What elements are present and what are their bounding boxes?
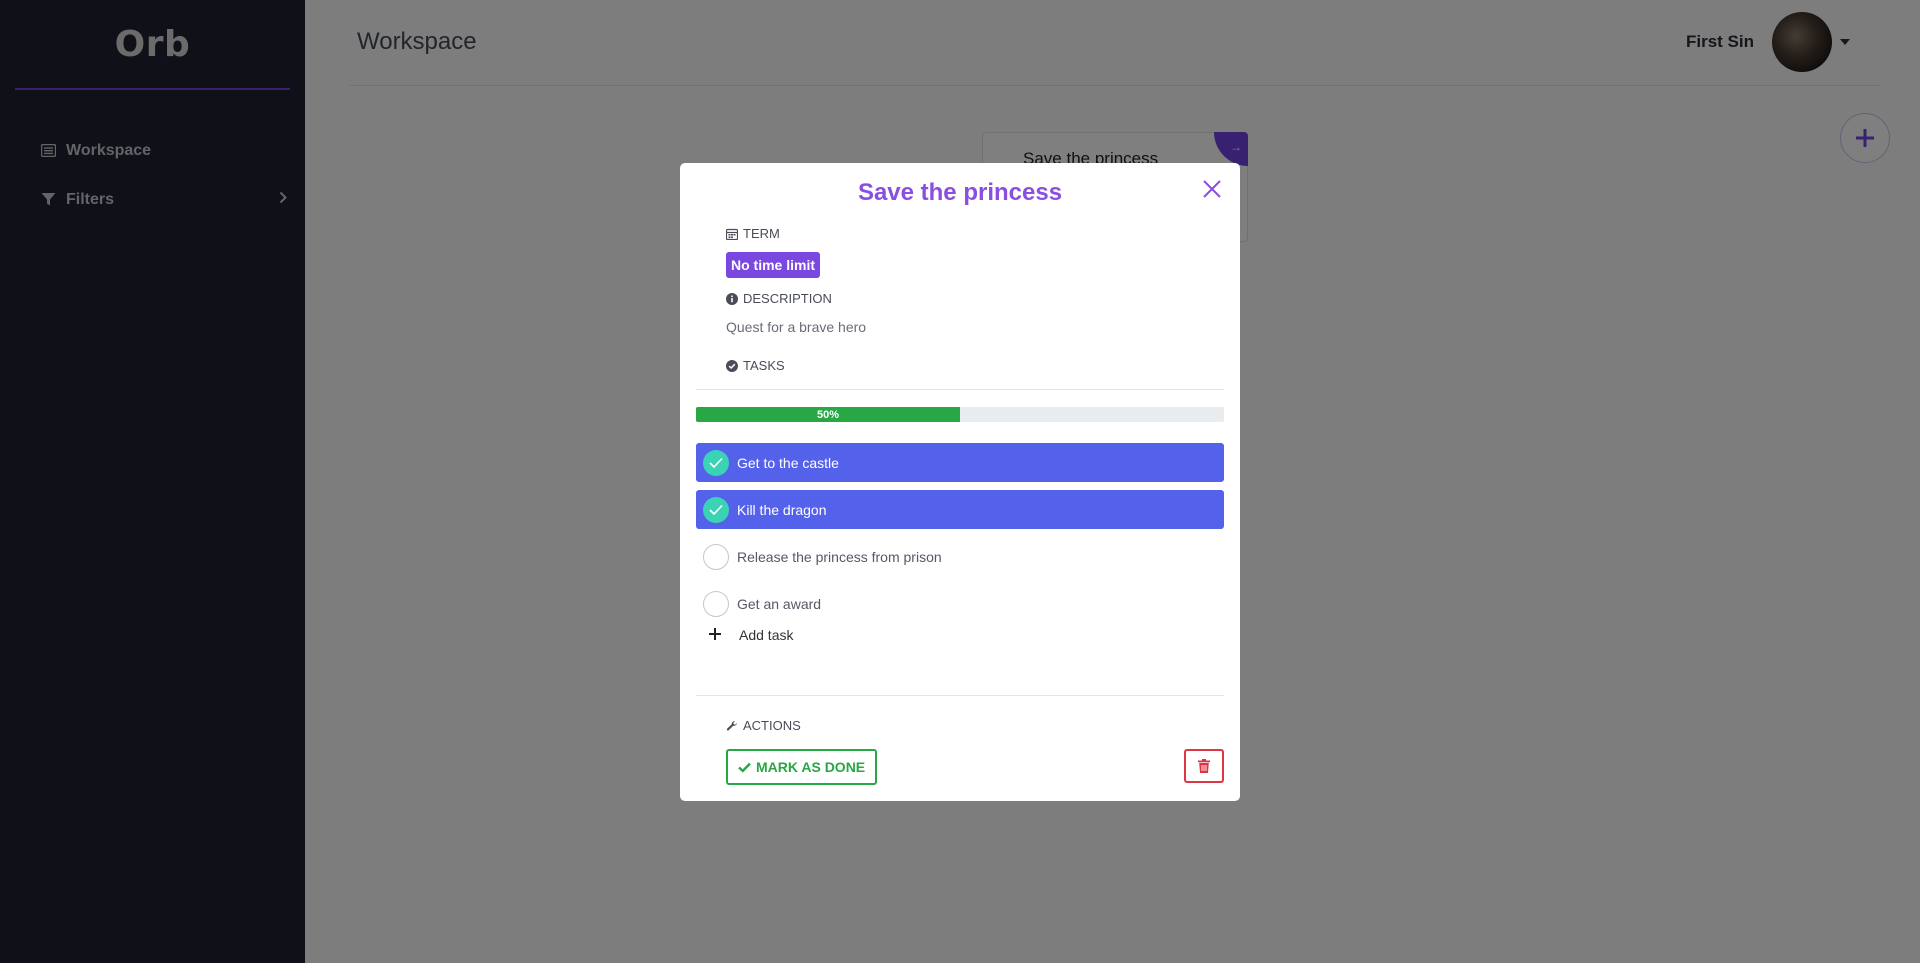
task-checkbox[interactable] bbox=[703, 449, 729, 476]
task-checkbox[interactable] bbox=[703, 590, 729, 617]
plus-icon bbox=[709, 628, 723, 642]
delete-button[interactable] bbox=[1184, 749, 1224, 783]
close-button[interactable] bbox=[1202, 179, 1224, 201]
actions-section-label: ACTIONS bbox=[726, 718, 801, 733]
task-item-kill-the-dragon[interactable]: Kill the dragon bbox=[696, 490, 1224, 529]
task-modal: Save the princess TERM No time limit DES… bbox=[680, 163, 1240, 801]
divider bbox=[696, 695, 1224, 696]
tasks-section-label: TASKS bbox=[726, 358, 785, 373]
task-label: Get to the castle bbox=[737, 454, 839, 471]
info-icon bbox=[726, 292, 738, 305]
add-task-button[interactable]: Add task bbox=[709, 627, 793, 643]
checkmark-icon bbox=[709, 504, 723, 515]
calendar-icon bbox=[726, 228, 738, 240]
actions-label-text: ACTIONS bbox=[743, 718, 801, 733]
mark-as-done-button[interactable]: MARK AS DONE bbox=[726, 749, 878, 785]
check-circle-icon bbox=[726, 359, 738, 372]
task-label: Get an award bbox=[737, 595, 822, 612]
task-item-get-an-award[interactable]: Get an award bbox=[696, 584, 1224, 623]
close-icon bbox=[1203, 180, 1221, 198]
task-label: Release the princess from prison bbox=[737, 548, 942, 565]
term-badge[interactable]: No time limit bbox=[726, 252, 821, 278]
description-label-text: DESCRIPTION bbox=[743, 291, 832, 306]
task-label: Kill the dragon bbox=[737, 501, 827, 518]
term-section-label: TERM bbox=[726, 226, 780, 241]
divider bbox=[696, 389, 1224, 390]
task-item-release-the-princess[interactable]: Release the princess from prison bbox=[696, 537, 1224, 576]
task-checkbox[interactable] bbox=[703, 496, 729, 523]
tasks-label-text: TASKS bbox=[743, 358, 785, 373]
progress-fill: 50% bbox=[696, 407, 960, 422]
term-label-text: TERM bbox=[743, 226, 780, 241]
mark-as-done-label: MARK AS DONE bbox=[756, 759, 866, 775]
description-section-label: DESCRIPTION bbox=[726, 291, 832, 306]
trash-icon bbox=[1198, 759, 1210, 773]
add-task-label: Add task bbox=[739, 627, 794, 643]
progress-bar: 50% bbox=[696, 407, 1224, 422]
check-icon bbox=[738, 762, 751, 773]
description-text[interactable]: Quest for a brave hero bbox=[726, 319, 866, 335]
task-item-get-to-the-castle[interactable]: Get to the castle bbox=[696, 443, 1224, 482]
checkmark-icon bbox=[709, 457, 723, 468]
wrench-icon bbox=[726, 720, 738, 732]
task-checkbox[interactable] bbox=[703, 543, 729, 570]
modal-title: Save the princess bbox=[857, 179, 1063, 206]
